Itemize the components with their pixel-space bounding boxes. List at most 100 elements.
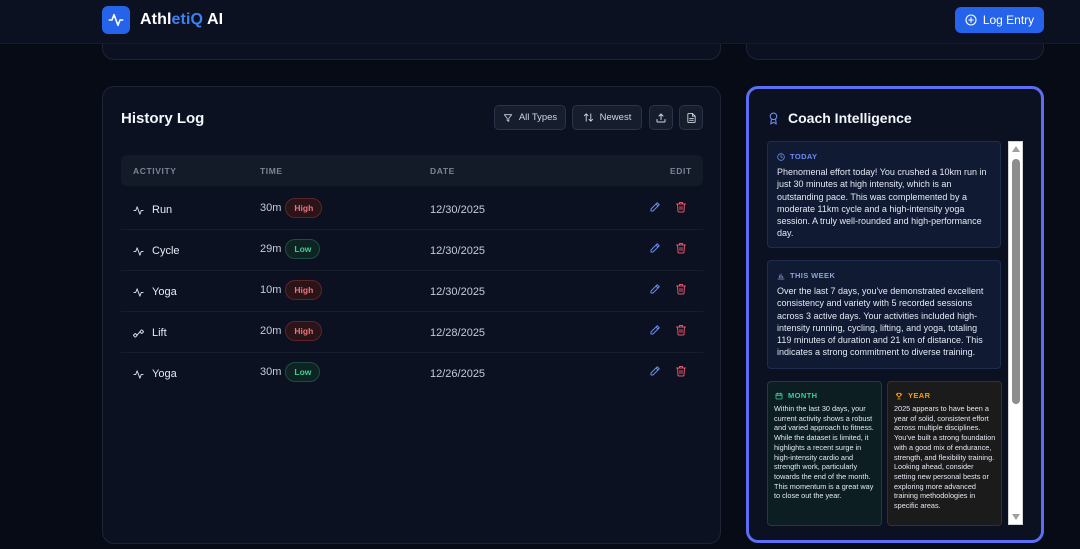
app-name-part-3: AI	[203, 11, 224, 28]
date-cell: 12/30/2025	[430, 245, 486, 257]
report-button[interactable]	[679, 105, 703, 130]
activity-name: Lift	[152, 327, 167, 339]
intensity-badge: Low	[285, 362, 321, 382]
date-cell: 12/30/2025	[430, 286, 486, 298]
activity-cell: Yoga	[133, 286, 177, 298]
app-name: AthletiQ AI	[140, 11, 223, 29]
activity-name: Yoga	[152, 286, 177, 298]
top-navbar: AthletiQ AI Log Entry	[0, 0, 1080, 44]
scroll-thumb[interactable]	[1012, 159, 1020, 404]
activity-cell: Lift	[133, 327, 167, 339]
app-name-part-1: Athl	[140, 11, 172, 28]
column-edit: EDIT	[670, 166, 692, 176]
pencil-icon[interactable]	[649, 242, 661, 254]
scroll-down-arrow[interactable]	[1012, 514, 1020, 520]
intensity-badge: High	[285, 198, 323, 218]
activity-logo-icon	[102, 6, 130, 34]
time-cell: 30m High	[260, 198, 323, 218]
filter-type-button[interactable]: All Types	[494, 105, 566, 130]
duration: 30m	[260, 366, 282, 378]
brand[interactable]: AthletiQ AI	[102, 6, 223, 34]
award-ribbon-icon	[769, 112, 778, 124]
activity-name: Run	[152, 204, 173, 216]
pencil-icon[interactable]	[649, 324, 661, 336]
table-row: Cycle 29m Low 12/30/2025	[121, 230, 703, 271]
month-insight: MONTH Within the last 30 days, your curr…	[767, 381, 882, 526]
year-insight: YEAR 2025 appears to have been a year of…	[887, 381, 1002, 526]
filter-icon	[503, 113, 512, 122]
date-cell: 12/28/2025	[430, 327, 486, 339]
intensity-badge: High	[285, 280, 323, 300]
activity-icon	[133, 246, 144, 256]
sort-arrows-icon	[583, 113, 593, 122]
calendar-icon	[775, 392, 783, 399]
sort-button[interactable]: Newest	[572, 105, 642, 130]
month-label: MONTH	[775, 391, 818, 400]
time-cell: 30m Low	[260, 362, 321, 382]
week-label-text: THIS WEEK	[790, 271, 836, 280]
time-cell: 29m Low	[260, 239, 321, 259]
bar-chart-icon	[777, 273, 785, 279]
today-label: TODAY	[777, 152, 817, 161]
table-row: Yoga 10m High 12/30/2025	[121, 271, 703, 312]
month-text: Within the last 30 days, your current ac…	[774, 404, 874, 501]
filter-label: All Types	[518, 112, 558, 123]
app-name-part-2: etiQ	[171, 11, 204, 28]
week-text: Over the last 7 days, you've demonstrate…	[777, 286, 984, 358]
date-cell: 12/30/2025	[430, 204, 486, 216]
activity-name: Cycle	[152, 245, 180, 257]
intensity-badge: High	[285, 321, 323, 341]
upload-icon	[656, 113, 666, 122]
trash-icon[interactable]	[675, 324, 687, 336]
plus-circle-icon	[965, 14, 977, 26]
coach-title-text: Coach Intelligence	[788, 110, 912, 126]
month-label-text: MONTH	[788, 391, 818, 400]
pencil-icon[interactable]	[649, 365, 661, 377]
table-row: Lift 20m High 12/28/2025	[121, 312, 703, 353]
table-row: Yoga 30m Low 12/26/2025	[121, 353, 703, 394]
history-title: History Log	[121, 110, 205, 127]
trash-icon[interactable]	[675, 365, 687, 377]
activity-icon	[133, 205, 144, 215]
column-time: TIME	[260, 166, 283, 176]
today-label-text: TODAY	[790, 152, 818, 161]
table-header: ACTIVITY TIME DATE EDIT	[121, 155, 703, 186]
activity-icon	[133, 287, 144, 297]
duration: 29m	[260, 243, 282, 255]
sort-label: Newest	[599, 112, 632, 123]
activity-cell: Run	[133, 204, 172, 216]
table-row: Run 30m High 12/30/2025	[121, 189, 703, 230]
pencil-icon[interactable]	[649, 201, 661, 213]
trophy-icon	[895, 392, 903, 399]
coach-title: Coach Intelligence	[767, 110, 912, 126]
duration: 20m	[260, 325, 282, 337]
document-icon	[686, 112, 696, 123]
dumbbell-icon	[133, 328, 144, 338]
week-insight: THIS WEEK Over the last 7 days, you've d…	[767, 260, 1001, 369]
log-entry-button[interactable]: Log Entry	[955, 7, 1044, 33]
pencil-icon[interactable]	[649, 283, 661, 295]
year-label: YEAR	[895, 391, 930, 400]
scroll-up-arrow[interactable]	[1012, 146, 1020, 152]
clock-icon	[777, 152, 785, 161]
duration: 30m	[260, 202, 282, 214]
export-button[interactable]	[649, 105, 673, 130]
week-label: THIS WEEK	[777, 271, 835, 280]
year-label-text: YEAR	[908, 391, 931, 400]
coach-intelligence-card: Coach Intelligence TODAY Phenomenal effo…	[746, 86, 1044, 543]
activity-cell: Cycle	[133, 245, 180, 257]
duration: 10m	[260, 284, 282, 296]
trash-icon[interactable]	[675, 242, 687, 254]
today-text: Phenomenal effort today! You crushed a 1…	[777, 167, 987, 239]
activity-name: Yoga	[152, 368, 177, 380]
intensity-badge: Low	[285, 239, 321, 259]
time-cell: 20m High	[260, 321, 323, 341]
trash-icon[interactable]	[675, 201, 687, 213]
year-text: 2025 appears to have been a year of soli…	[894, 404, 996, 511]
scrollbar[interactable]	[1008, 141, 1023, 525]
activity-cell: Yoga	[133, 368, 177, 380]
activity-icon	[133, 369, 144, 379]
date-cell: 12/26/2025	[430, 368, 486, 380]
today-insight: TODAY Phenomenal effort today! You crush…	[767, 141, 1001, 248]
trash-icon[interactable]	[675, 283, 687, 295]
